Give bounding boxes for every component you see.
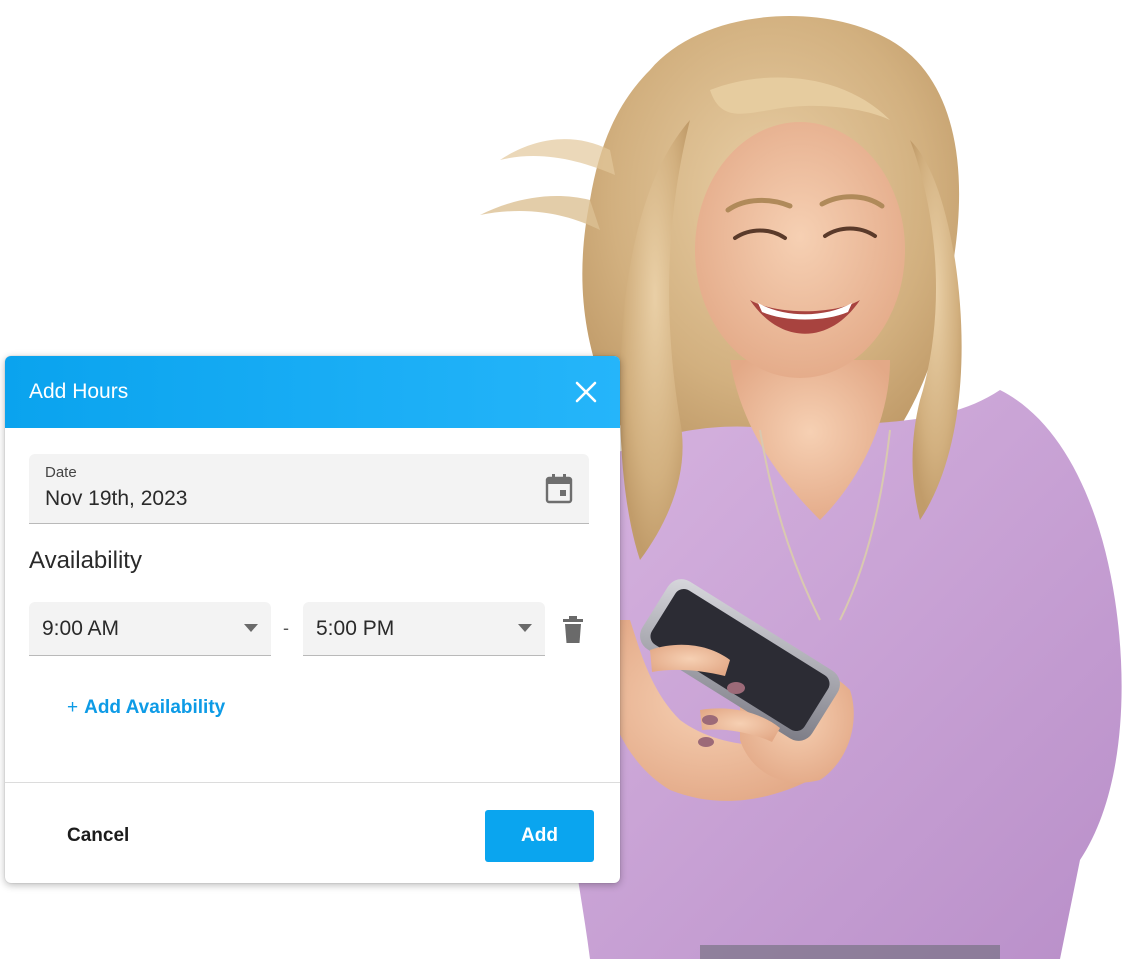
close-button[interactable] [571, 377, 601, 407]
chevron-down-icon [244, 624, 258, 632]
start-time-select[interactable]: 9:00 AM [29, 602, 271, 656]
time-separator: - [283, 618, 289, 638]
add-availability-link[interactable]: + Add Availability [67, 697, 225, 719]
end-time-select[interactable]: 5:00 PM [303, 602, 545, 656]
dialog-header: Add Hours [5, 356, 620, 428]
date-value: Nov 19th, 2023 [45, 487, 188, 510]
add-hours-dialog: Add Hours Date Nov 19th, 2023 Availabili… [5, 356, 620, 883]
plus-icon: + [67, 697, 79, 718]
calendar-icon[interactable] [545, 474, 573, 504]
trash-icon [563, 616, 583, 643]
cancel-button[interactable]: Cancel [67, 825, 129, 847]
chevron-down-icon [518, 624, 532, 632]
footer-divider [5, 782, 620, 783]
dialog-title: Add Hours [29, 380, 129, 403]
date-field[interactable]: Date Nov 19th, 2023 [29, 454, 589, 524]
end-time-value: 5:00 PM [316, 617, 395, 640]
close-icon [575, 381, 597, 403]
date-label: Date [45, 464, 77, 481]
availability-heading: Availability [29, 547, 142, 574]
add-availability-label: Add Availability [84, 697, 226, 718]
add-button[interactable]: Add [485, 810, 594, 862]
delete-availability-button[interactable] [560, 616, 586, 644]
start-time-value: 9:00 AM [42, 617, 120, 640]
